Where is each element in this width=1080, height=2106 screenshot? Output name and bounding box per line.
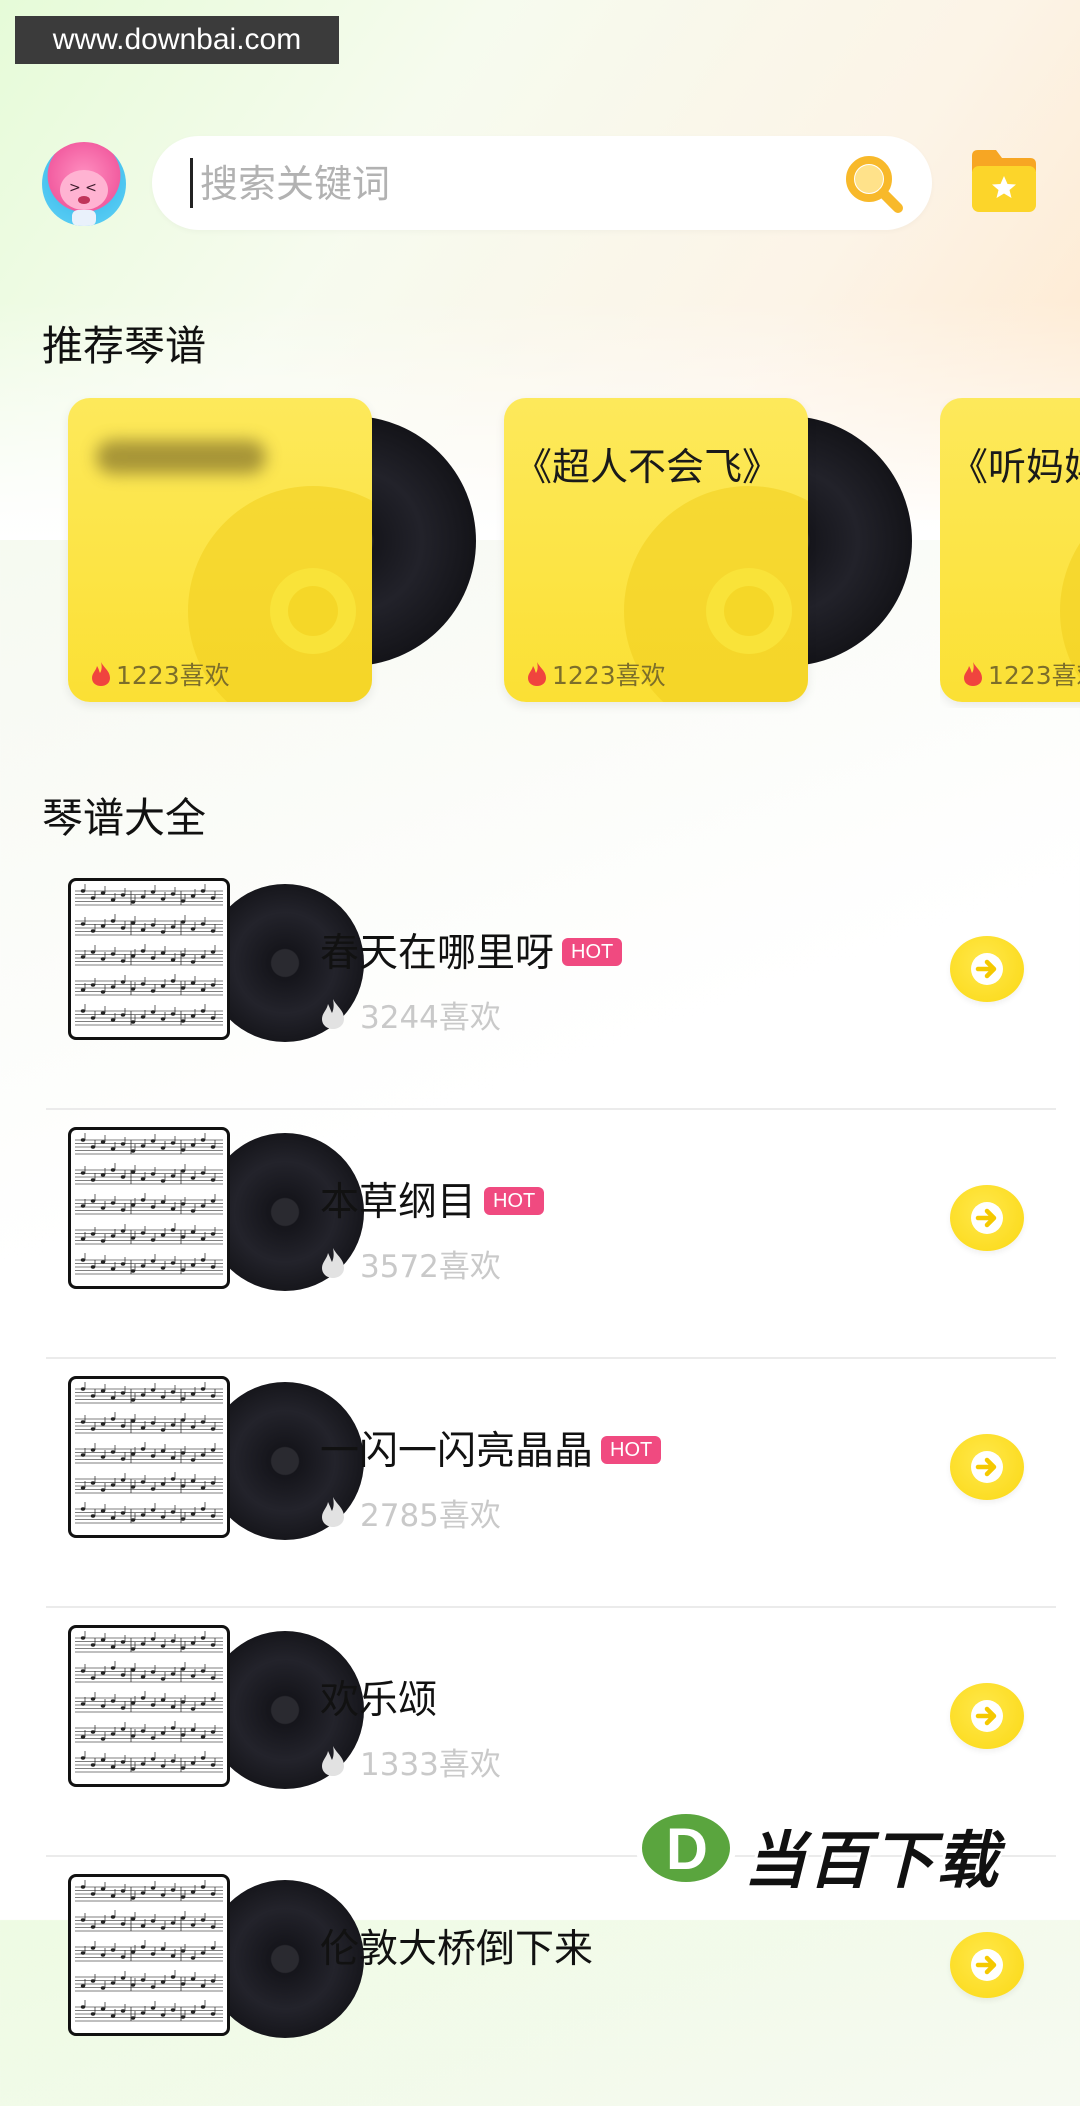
- flame-icon: [322, 1248, 344, 1278]
- hot-badge: HOT: [601, 1436, 662, 1464]
- list-item[interactable]: 本草纲目 HOT 3572喜欢: [46, 1111, 1056, 1359]
- card-title: 《超人不会飞》: [514, 445, 781, 489]
- sheet-music-icon: [75, 884, 223, 1026]
- song-likes: 3244喜欢: [320, 992, 501, 1037]
- sheet-music-thumbnail: [68, 1874, 230, 2036]
- favorites-folder-icon[interactable]: [968, 146, 1040, 216]
- song-likes-text: 1333喜欢: [360, 1747, 501, 1783]
- sheet-music-icon: [75, 1133, 223, 1275]
- arrow-right-icon: [971, 1451, 1003, 1483]
- open-song-button[interactable]: [950, 1185, 1024, 1251]
- song-title-line: 欢乐颂: [320, 1669, 437, 1725]
- divider: [46, 1108, 1056, 1110]
- svg-text:> <: > <: [69, 180, 97, 196]
- open-song-button[interactable]: [950, 936, 1024, 1002]
- text-caret: [190, 158, 193, 208]
- flame-icon: [528, 662, 546, 686]
- song-title: 欢乐颂: [320, 1678, 438, 1723]
- search-input[interactable]: [198, 150, 802, 218]
- sheet-music-thumbnail: [68, 878, 230, 1040]
- flame-icon: [322, 999, 344, 1029]
- open-song-button[interactable]: [950, 1683, 1024, 1749]
- card-likes-text: 1223喜欢: [552, 661, 666, 690]
- flame-icon: [964, 662, 982, 686]
- flame-icon: [92, 662, 110, 686]
- flame-icon: [322, 1746, 344, 1776]
- sleeve-decoration: [270, 568, 356, 654]
- card-likes-text: 1223喜欢: [988, 661, 1080, 690]
- divider: [46, 1606, 1056, 1608]
- blurred-title: [96, 440, 266, 474]
- arrow-right-icon: [971, 1700, 1003, 1732]
- recommended-card[interactable]: 《超人不会飞》 1223喜欢: [504, 398, 912, 708]
- sheet-music-icon: [75, 1880, 223, 2022]
- song-title: 本草纲目: [320, 1180, 477, 1225]
- card-likes: 1223喜欢: [962, 656, 1080, 692]
- song-title: 一闪一闪亮晶晶: [320, 1429, 594, 1474]
- song-title-line: 本草纲目 HOT: [320, 1171, 545, 1227]
- song-title: 伦敦大桥倒下来: [320, 1927, 594, 1972]
- hot-badge: HOT: [484, 1187, 545, 1215]
- avatar-face-icon: > <: [60, 170, 108, 226]
- card-title: 《听妈妈: [950, 445, 1080, 489]
- sheet-music-icon: [75, 1631, 223, 1773]
- search-icon[interactable]: [840, 150, 908, 218]
- song-title-line: 一闪一闪亮晶晶 HOT: [320, 1420, 662, 1476]
- avatar[interactable]: > <: [42, 142, 126, 226]
- recommended-section-title: 推荐琴谱: [42, 322, 206, 370]
- search-bar[interactable]: [152, 136, 932, 230]
- recommended-card[interactable]: 1223喜欢: [68, 398, 476, 708]
- list-item[interactable]: 春天在哪里呀 HOT 3244喜欢: [46, 862, 1056, 1110]
- brand-logo-icon: D: [636, 1808, 736, 1888]
- song-title: 春天在哪里呀: [320, 931, 555, 976]
- card-likes: 1223喜欢: [90, 656, 230, 692]
- list-item[interactable]: 一闪一闪亮晶晶 HOT 2785喜欢: [46, 1360, 1056, 1608]
- song-title-line: 伦敦大桥倒下来: [320, 1918, 593, 1974]
- open-song-button[interactable]: [950, 1434, 1024, 1500]
- arrow-right-icon: [971, 1202, 1003, 1234]
- brand-watermark: D 当百下载: [636, 1808, 1060, 1900]
- open-song-button[interactable]: [950, 1932, 1024, 1998]
- card-likes: 1223喜欢: [526, 656, 666, 692]
- hot-badge: HOT: [562, 938, 623, 966]
- card-sleeve: 1223喜欢: [68, 398, 372, 702]
- card-likes-text: 1223喜欢: [116, 661, 230, 690]
- flame-icon: [322, 1497, 344, 1527]
- sheet-music-thumbnail: [68, 1127, 230, 1289]
- song-likes: 2785喜欢: [320, 1490, 501, 1535]
- library-section-title: 琴谱大全: [42, 794, 206, 842]
- arrow-right-icon: [971, 953, 1003, 985]
- sheet-music-thumbnail: [68, 1376, 230, 1538]
- song-likes-text: 2785喜欢: [360, 1498, 501, 1534]
- brand-logo-letter: D: [666, 1817, 708, 1882]
- arrow-right-icon: [971, 1949, 1003, 1981]
- song-likes: 1333喜欢: [320, 1739, 501, 1784]
- song-likes: 3572喜欢: [320, 1241, 501, 1286]
- sleeve-decoration: [706, 568, 792, 654]
- brand-text: 当百下载: [744, 1824, 1001, 1897]
- song-likes-text: 3572喜欢: [360, 1249, 501, 1285]
- card-sleeve: 《听妈妈 1223喜欢: [940, 398, 1080, 702]
- card-sleeve: 《超人不会飞》 1223喜欢: [504, 398, 808, 702]
- song-title-line: 春天在哪里呀 HOT: [320, 922, 623, 978]
- song-likes-text: 3244喜欢: [360, 1000, 501, 1036]
- recommended-card[interactable]: 《听妈妈 1223喜欢: [940, 398, 1080, 708]
- sheet-music-icon: [75, 1382, 223, 1524]
- site-watermark: www.downbai.com: [15, 16, 339, 64]
- sheet-music-thumbnail: [68, 1625, 230, 1787]
- divider: [46, 1357, 1056, 1359]
